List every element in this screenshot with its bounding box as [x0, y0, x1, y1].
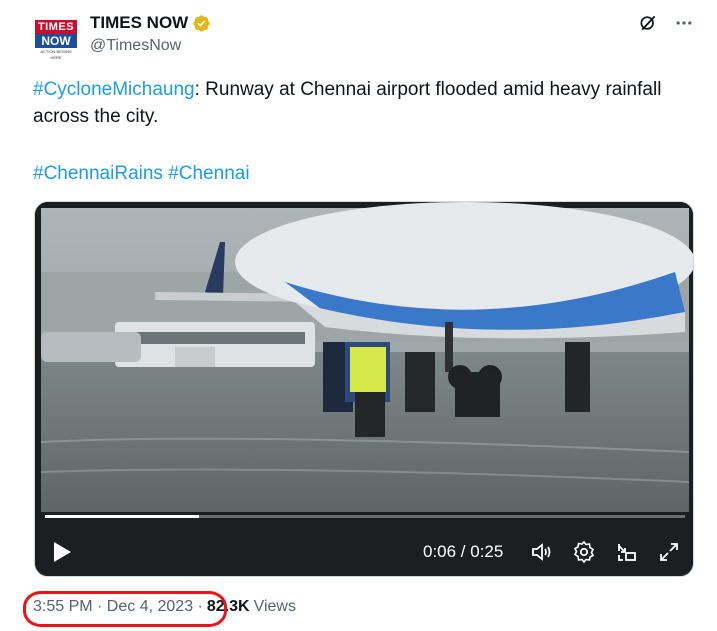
- author-handle[interactable]: @TimesNow: [90, 37, 181, 55]
- volume-icon[interactable]: [530, 540, 554, 564]
- video-frame: [35, 202, 693, 576]
- video-progress-bar[interactable]: [45, 515, 685, 518]
- tweet-card: TIMES NOW ACTION BEGINS HERE TIMES NOW @…: [0, 0, 717, 631]
- author-name-row: TIMES NOW: [90, 13, 211, 33]
- video-progress-fill: [45, 515, 199, 518]
- tweet-top-actions: [637, 12, 695, 34]
- play-icon[interactable]: [51, 540, 73, 564]
- video-player[interactable]: 0:06 / 0:25: [34, 201, 694, 577]
- logo-line-now: NOW: [35, 34, 77, 48]
- video-time: 0:06 / 0:25: [423, 542, 504, 561]
- logo-tagline: ACTION BEGINS HERE: [40, 49, 72, 60]
- video-controls: 0:06 / 0:25: [35, 532, 693, 572]
- author-display-name[interactable]: TIMES NOW: [90, 13, 188, 33]
- timestamp-highlight-annotation: [23, 591, 227, 627]
- logo-line-times: TIMES: [35, 20, 77, 34]
- views-label: Views: [253, 598, 296, 615]
- tweet-hashtags: #ChennaiRains #Chennai: [33, 160, 250, 187]
- fullscreen-icon[interactable]: [657, 540, 681, 564]
- settings-icon[interactable]: [572, 540, 596, 564]
- hashtag-cyclone-michaung[interactable]: #CycloneMichaung: [33, 79, 195, 100]
- hashtag-chennai[interactable]: #Chennai: [168, 163, 249, 184]
- more-icon[interactable]: [673, 12, 695, 34]
- grok-icon[interactable]: [637, 12, 659, 34]
- tweet-text: #CycloneMichaung: Runway at Chennai airp…: [33, 76, 673, 130]
- pip-icon[interactable]: [615, 540, 639, 564]
- avatar[interactable]: TIMES NOW ACTION BEGINS HERE: [33, 14, 79, 60]
- hashtag-chennai-rains[interactable]: #ChennaiRains: [33, 163, 163, 184]
- verified-badge-icon[interactable]: [192, 14, 211, 33]
